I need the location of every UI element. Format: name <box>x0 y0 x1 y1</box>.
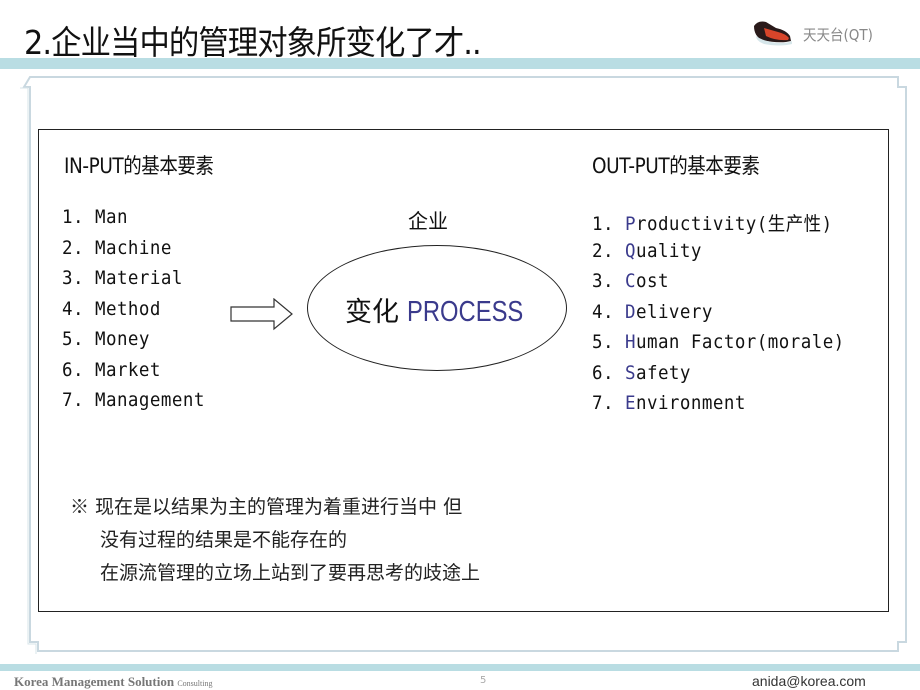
company-label: 企业 <box>408 209 448 233</box>
brand-label: 天天台(QT) <box>803 26 873 44</box>
change-label: 变化 <box>345 297 399 328</box>
note-line: 没有过程的结果是不能存在的 <box>100 529 348 551</box>
footer-accent-band <box>0 664 920 671</box>
list-item: 7. Management <box>62 389 205 411</box>
list-item: 6. Market <box>62 358 161 381</box>
note-line: ※ 现在是以结果为主的管理为着重进行当中 但 <box>70 496 463 518</box>
right-arrow-icon <box>230 298 293 331</box>
list-item: 1. Productivity(生产性) <box>592 213 833 235</box>
process-text: PROCESS <box>407 296 524 328</box>
footer-email: anida@korea.com <box>752 673 866 689</box>
sneaker-icon <box>754 21 792 46</box>
list-item: 2. Machine <box>62 236 172 259</box>
list-item: 4. Method <box>62 297 161 320</box>
output-list: 1. Productivity(生产性) 2. Quality 3. Cost … <box>592 209 867 423</box>
list-item: 3. Material <box>62 267 183 289</box>
list-item: 2. Quality <box>592 239 702 262</box>
list-item: 6. Safety <box>592 361 691 384</box>
input-heading: IN-PUT的基本要素 <box>64 154 214 178</box>
note-block: ※ 现在是以结果为主的管理为着重进行当中 但 没有过程的结果是不能存在的 在源流… <box>70 492 480 591</box>
process-label: 变化 PROCESS <box>345 290 549 329</box>
list-item: 5. Money <box>62 328 150 350</box>
input-list: 1. Man 2. Machine 3. Material 4. Method … <box>62 206 217 420</box>
page-number: 5 <box>480 675 487 686</box>
list-item: 7. Environment <box>592 392 746 414</box>
output-heading: OUT-PUT的基本要素 <box>592 154 760 178</box>
note-line: 在源流管理的立场上站到了要再思考的歧途上 <box>100 562 481 584</box>
list-item: 4. Delivery <box>592 300 713 323</box>
list-item: 5. Human Factor(morale) <box>592 331 845 353</box>
footer-company: Korea Management Solution Consulting <box>14 674 213 689</box>
list-item: 3. Cost <box>592 270 669 292</box>
slide-title: 2.企业当中的管理对象所变化了才.. <box>24 23 482 62</box>
header-accent-band <box>0 58 920 69</box>
list-item: 1. Man <box>62 206 128 228</box>
